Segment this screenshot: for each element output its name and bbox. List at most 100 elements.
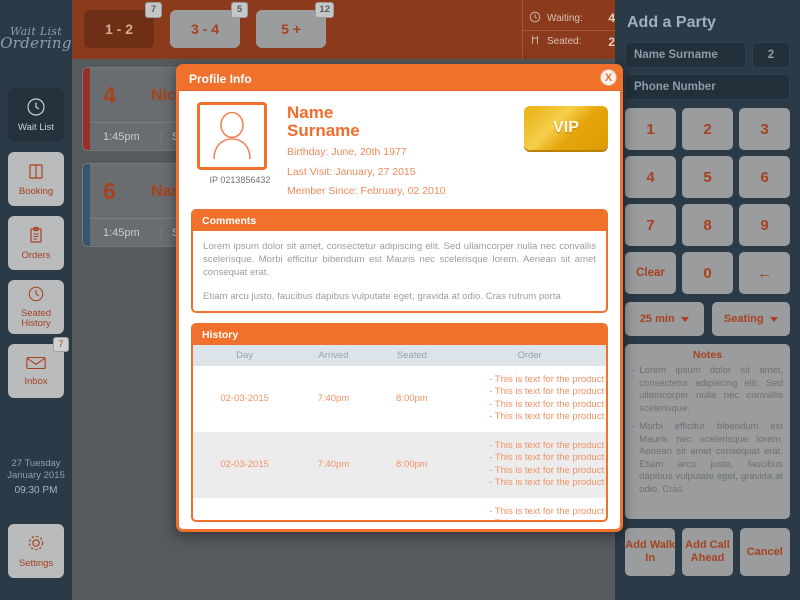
order-line: - This is text for the product	[489, 386, 606, 399]
clipboard-icon	[26, 225, 46, 248]
profile-header: IP 0213856432 Name Surname Birthday: Jun…	[191, 102, 608, 199]
modal-body: IP 0213856432 Name Surname Birthday: Jun…	[179, 91, 620, 533]
profile-details: Name Surname Birthday: June, 20th 1977 L…	[287, 102, 524, 199]
history-seated: 8:00pm	[371, 498, 454, 520]
comments-body: Lorem ipsum dolor sit amet, consectetur …	[193, 231, 606, 311]
column-seated: Seated	[371, 345, 454, 366]
sidebar-datetime: 27 Tuesday January 2015 09:30 PM	[0, 458, 72, 497]
add-walk-in-button[interactable]: Add Walk In	[625, 528, 675, 576]
bullet-dash-icon: -	[632, 365, 635, 415]
sidebar-item-seated-history[interactable]: Seated History	[8, 280, 64, 334]
sidebar-item-label: Booking	[19, 187, 53, 197]
table-row[interactable]: 02-03-2015 7:40pm 8:00pm - This is text …	[193, 498, 606, 520]
history-day: 02-03-2015	[193, 498, 296, 520]
order-line: - This is text for the product	[489, 506, 606, 519]
add-call-ahead-button[interactable]: Add Call Ahead	[682, 528, 732, 576]
history-scroll[interactable]: Day Arrived Seated Order 02-03-2015 7:40…	[193, 345, 606, 520]
bullet-dash-icon: -	[632, 421, 635, 496]
sidebar-item-label: Settings	[19, 559, 53, 569]
duration-select[interactable]: 25 min	[625, 302, 704, 336]
vip-badge[interactable]: VIP	[524, 106, 608, 150]
row-time: 1:45pm	[103, 227, 161, 239]
key-clear[interactable]: Clear	[625, 252, 676, 294]
history-clock-icon	[27, 285, 45, 306]
avatar	[197, 102, 267, 170]
status-bar	[83, 164, 90, 246]
party-size-tabs: 1 - 2 7 3 - 4 5 5 + 12	[84, 10, 326, 48]
order-line: - This is text for the product	[489, 399, 606, 412]
phone-input[interactable]: Phone Number	[625, 74, 790, 100]
sidebar-item-label: Wait List	[18, 123, 54, 133]
table-row[interactable]: 02-03-2015 7:40pm 8:00pm - This is text …	[193, 366, 606, 432]
current-time: 09:30 PM	[0, 485, 72, 497]
key-8[interactable]: 8	[682, 204, 733, 246]
logo-line-2: Ordering	[0, 37, 72, 49]
key-0[interactable]: 0	[682, 252, 733, 294]
tab-badge: 12	[315, 2, 334, 18]
history-order: - This is text for the product - This is…	[453, 432, 606, 498]
numeric-keypad: 1 2 3 4 5 6 7 8 9 Clear 0 ←	[625, 108, 790, 294]
book-icon	[26, 161, 46, 184]
sidebar-item-inbox[interactable]: 7 Inbox	[8, 344, 64, 398]
note-text: Lorem ipsum dolor sit amet, consectetur …	[639, 365, 783, 415]
sidebar-item-settings[interactable]: Settings	[8, 524, 64, 578]
chevron-down-icon	[770, 317, 778, 322]
action-buttons: Add Walk In Add Call Ahead Cancel	[625, 528, 790, 576]
date-line-1: 27 Tuesday	[0, 458, 72, 470]
comments-paragraph: Lorem ipsum dolor sit amet, consectetur …	[203, 240, 596, 279]
profile-last-visit: Last Visit: January, 27 2015	[287, 166, 524, 180]
notes-box[interactable]: Notes - Lorem ipsum dolor sit amet, cons…	[625, 344, 790, 519]
sidebar-item-label: Inbox	[24, 377, 47, 387]
tab-party-5-plus[interactable]: 5 + 12	[256, 10, 326, 48]
chair-icon	[529, 34, 541, 49]
tab-badge: 7	[145, 2, 162, 18]
notes-title: Notes	[632, 349, 783, 361]
date-line-2: January 2015	[0, 470, 72, 482]
history-panel: History Day Arrived Seated Order	[191, 323, 608, 522]
order-line: - This is text for the product	[489, 452, 606, 465]
key-2[interactable]: 2	[682, 108, 733, 150]
key-4[interactable]: 4	[625, 156, 676, 198]
party-size-input[interactable]: 2	[752, 42, 790, 68]
table-row[interactable]: 02-03-2015 7:40pm 8:00pm - This is text …	[193, 432, 606, 498]
panel-title: Add a Party	[627, 14, 790, 32]
tab-label: 3 - 4	[191, 21, 219, 37]
clock-icon	[26, 97, 46, 120]
profile-birthday: Birthday: June, 20th 1977	[287, 146, 524, 160]
tab-party-3-4[interactable]: 3 - 4 5	[170, 10, 240, 48]
key-6[interactable]: 6	[739, 156, 790, 198]
key-7[interactable]: 7	[625, 204, 676, 246]
comments-panel: Comments Lorem ipsum dolor sit amet, con…	[191, 209, 608, 313]
app-logo: Wait List Ordering	[0, 0, 72, 74]
key-1[interactable]: 1	[625, 108, 676, 150]
note-item: - Lorem ipsum dolor sit amet, consectetu…	[632, 365, 783, 415]
cancel-button[interactable]: Cancel	[740, 528, 790, 576]
key-9[interactable]: 9	[739, 204, 790, 246]
inbox-badge: 7	[53, 337, 69, 352]
tab-party-1-2[interactable]: 1 - 2 7	[84, 10, 154, 48]
note-text: Morbi efficitur bibendum est Mauris nec …	[639, 421, 783, 496]
add-party-panel: Add a Party Name Surname 2 Phone Number …	[615, 0, 800, 600]
sidebar-item-booking[interactable]: Booking	[8, 152, 64, 206]
key-backspace[interactable]: ←	[739, 252, 790, 294]
order-line: - This is text for the product	[489, 374, 606, 387]
profile-first-name: Name	[287, 104, 524, 122]
sidebar-item-orders[interactable]: Orders	[8, 216, 64, 270]
key-3[interactable]: 3	[739, 108, 790, 150]
sidebar: Wait List Ordering Wait List Booking	[0, 0, 72, 600]
order-line: - This is text for the product	[489, 411, 606, 424]
tab-label: 1 - 2	[105, 21, 133, 37]
status-counters: Waiting: 4 Seated: 2	[522, 0, 622, 59]
modal-title: Profile Info	[189, 72, 252, 86]
key-5[interactable]: 5	[682, 156, 733, 198]
sidebar-item-label: Seated History	[8, 309, 64, 329]
close-icon[interactable]: X	[600, 69, 617, 86]
history-table: Day Arrived Seated Order 02-03-2015 7:40…	[193, 345, 606, 520]
party-size: 6	[103, 178, 151, 205]
name-input[interactable]: Name Surname	[625, 42, 746, 68]
sidebar-item-wait-list[interactable]: Wait List	[8, 88, 64, 142]
party-size: 4	[103, 82, 151, 109]
sidebar-item-label: Orders	[21, 251, 50, 261]
seating-select[interactable]: Seating	[712, 302, 791, 336]
history-arrived: 7:40pm	[296, 432, 370, 498]
